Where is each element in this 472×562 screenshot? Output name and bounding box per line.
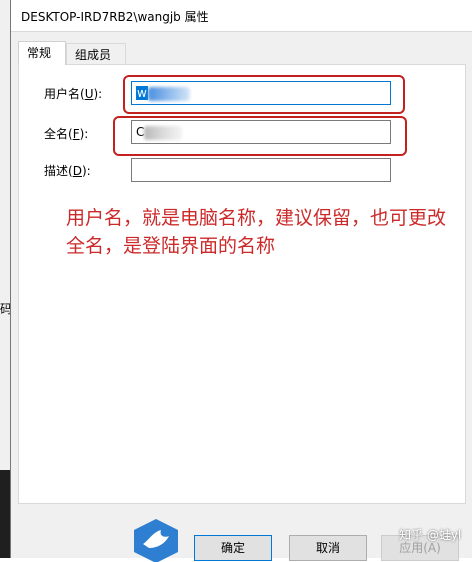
annotation-highlight-fullname — [113, 116, 407, 156]
description-label: 描述(D): — [44, 164, 91, 178]
annotation-text: 用户名，就是电脑名称，建议保留，也可更改 全名，是登陆界面的名称 — [66, 204, 466, 260]
cancel-button[interactable]: 取消 — [289, 535, 367, 561]
zhihu-watermark: 知乎 @蛙yl — [399, 528, 462, 542]
fullname-label: 全名(F): — [44, 127, 89, 141]
bird-logo-icon — [134, 519, 178, 562]
description-input[interactable] — [131, 158, 391, 182]
annotation-highlight-username — [123, 75, 405, 114]
tab-general[interactable]: 常规 — [18, 41, 66, 65]
username-label: 用户名(U): — [44, 87, 103, 101]
annotation-line-2: 全名，是登陆界面的名称 — [66, 235, 276, 257]
ok-button[interactable]: 确定 — [194, 535, 272, 561]
tab-panel-general: 用户名(U): w 全名(F): C 描述(D): — [18, 64, 466, 504]
tab-member-of[interactable]: 组成员 — [66, 43, 126, 65]
annotation-line-1: 用户名，就是电脑名称，建议保留，也可更改 — [66, 207, 447, 229]
window-title: DESKTOP-IRD7RB2\wangjb 属性 — [21, 10, 209, 24]
title-bar[interactable]: DESKTOP-IRD7RB2\wangjb 属性 — [11, 0, 472, 32]
properties-dialog: DESKTOP-IRD7RB2\wangjb 属性 常规 组成员 用户名(U):… — [10, 0, 472, 562]
